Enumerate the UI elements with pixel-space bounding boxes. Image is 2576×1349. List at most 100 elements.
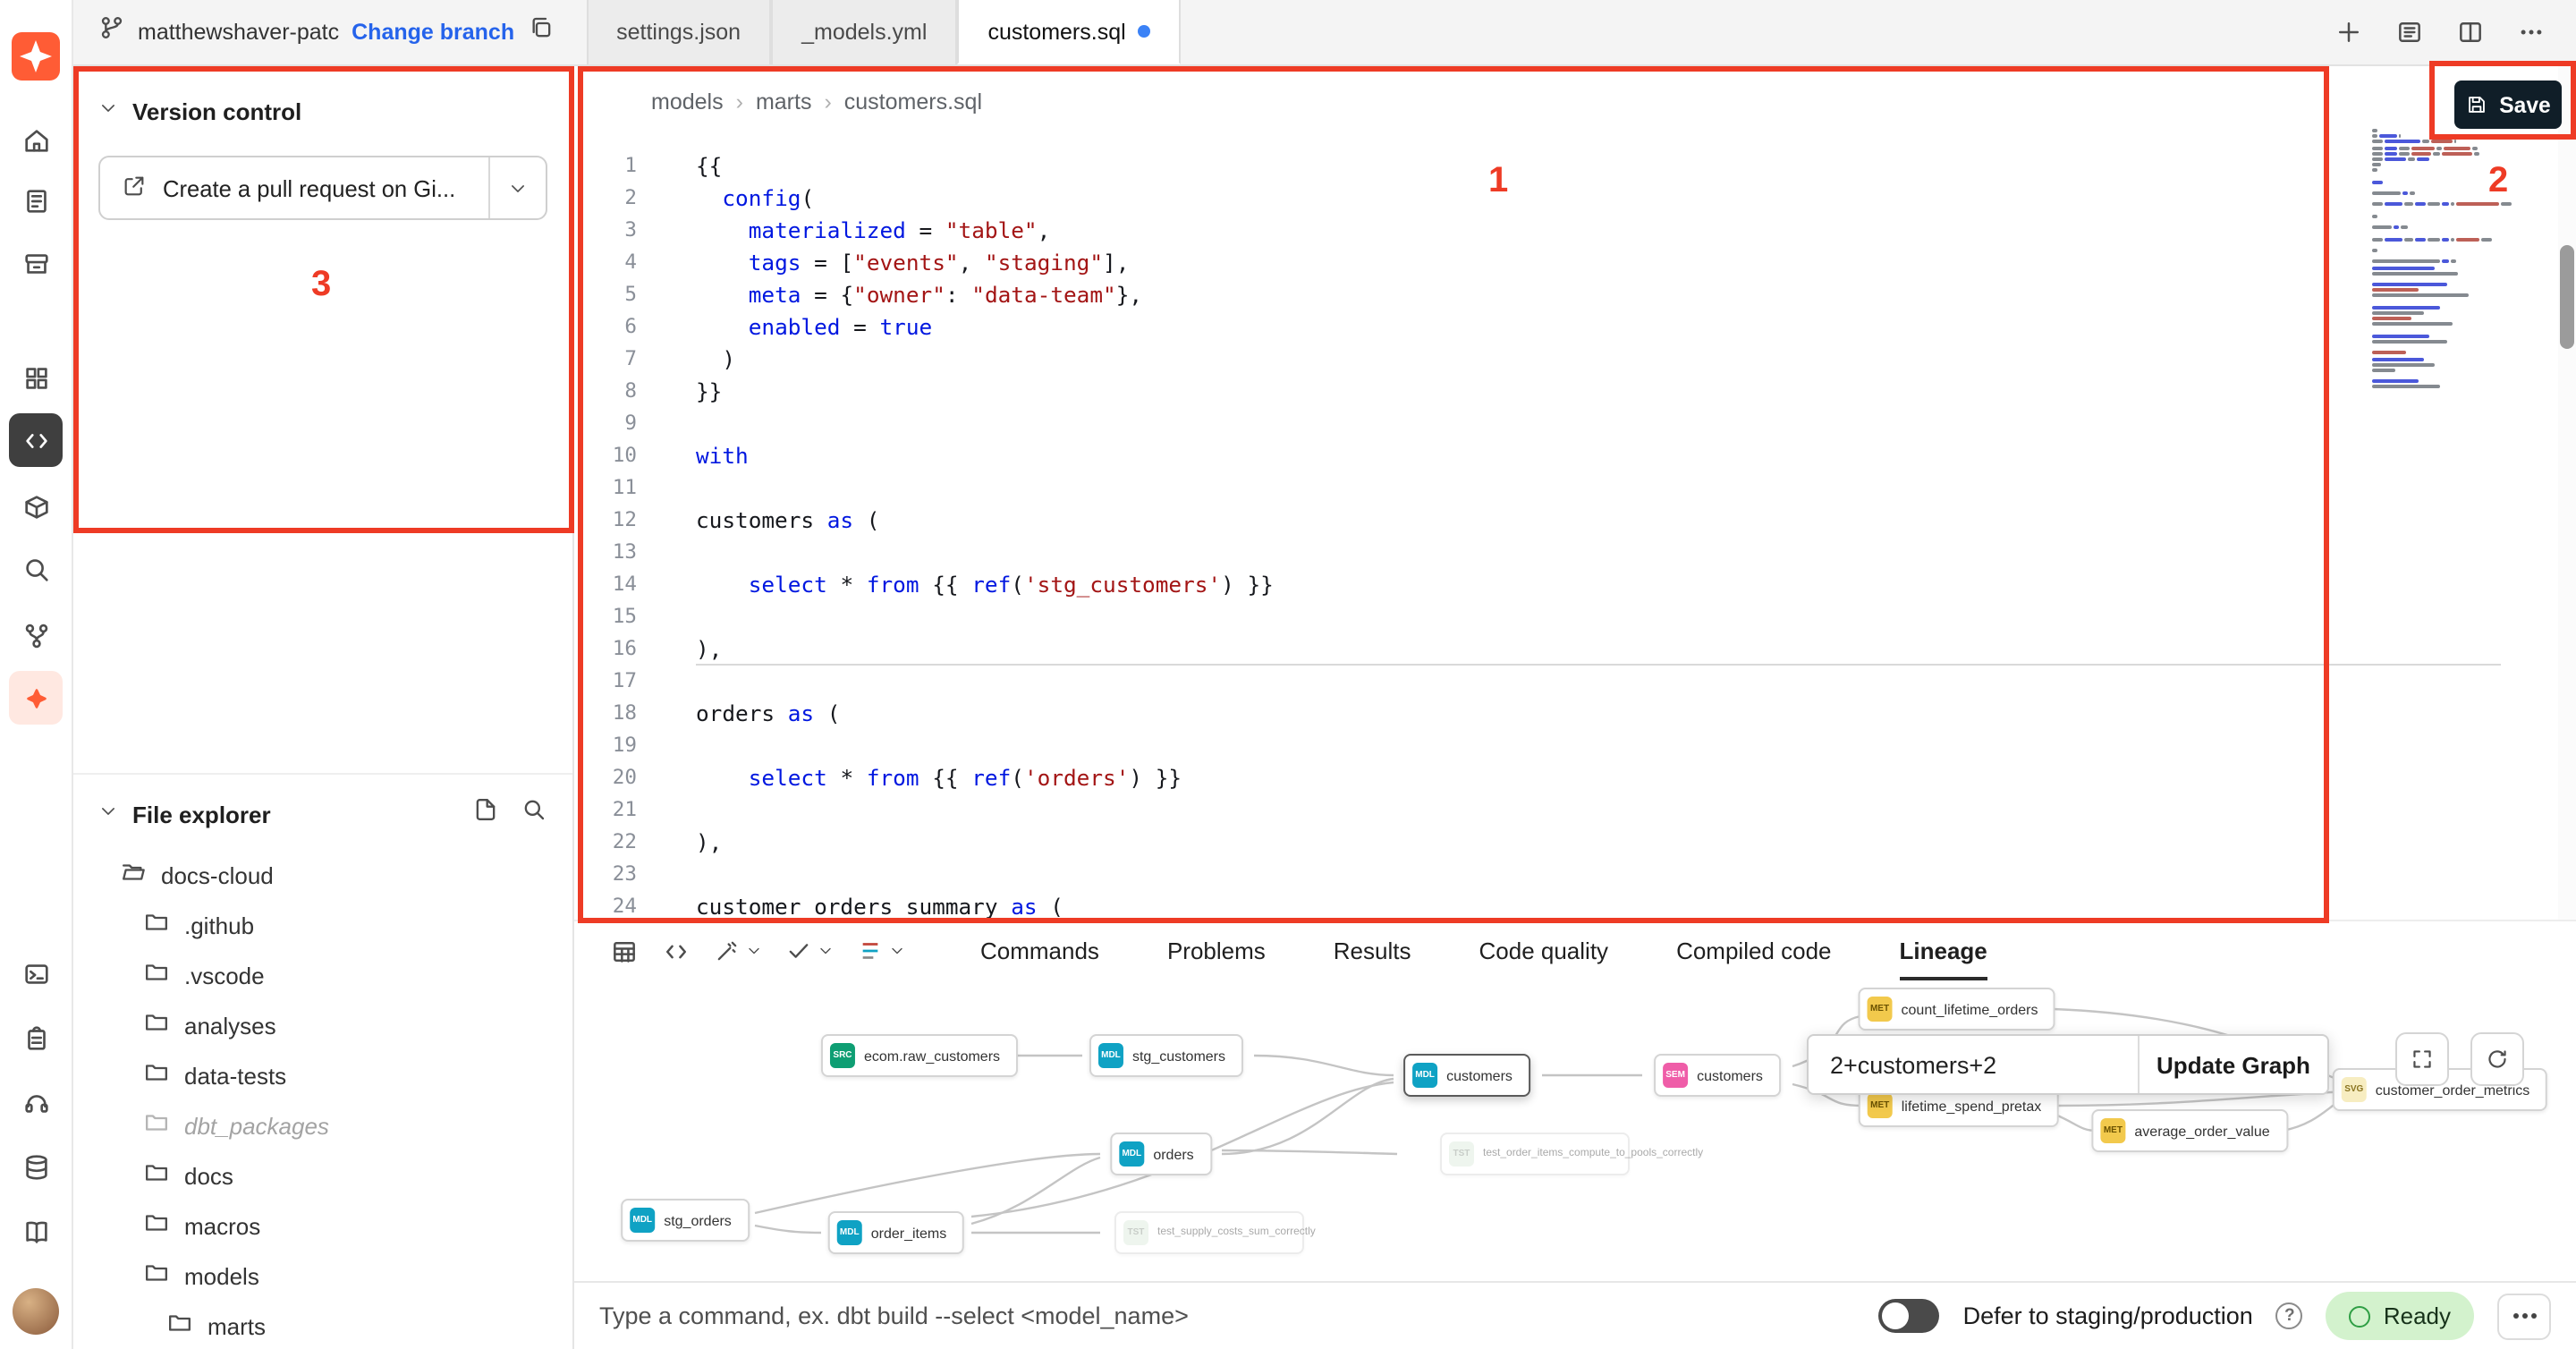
archive-icon[interactable] (9, 236, 63, 290)
code-editor-icon[interactable] (9, 413, 63, 467)
code-line[interactable] (696, 408, 2576, 440)
scrollbar-thumb[interactable] (2560, 245, 2574, 349)
code-line[interactable]: meta = {"owner": "data-team"}, (696, 279, 2576, 311)
code-line[interactable]: {{ (696, 150, 2576, 182)
tree-item-models[interactable]: models (73, 1251, 572, 1301)
command-input[interactable] (599, 1302, 1601, 1329)
tree-item-analyses[interactable]: analyses (73, 1000, 572, 1050)
lint-check-icon[interactable] (785, 938, 834, 964)
code-editor[interactable]: models›marts›customers.sql 1234567891011… (574, 66, 2576, 920)
tree-item-docs[interactable]: docs (73, 1150, 572, 1201)
lineage-node-raw-customers[interactable]: SRCecom.raw_customers (821, 1034, 1018, 1077)
code-line[interactable]: tags = ["events", "staging"], (696, 247, 2576, 279)
code-line[interactable]: orders as ( (696, 698, 2576, 730)
compile-code-icon[interactable] (662, 937, 691, 965)
database-icon[interactable] (9, 1140, 63, 1193)
code-line[interactable] (696, 794, 2576, 827)
git-fork-icon[interactable] (9, 608, 63, 662)
bottom-tab-problems[interactable]: Problems (1167, 921, 1266, 980)
code-line[interactable]: }} (696, 376, 2576, 408)
code-line[interactable] (696, 666, 2576, 698)
diff-icon[interactable] (857, 938, 905, 964)
breadcrumb-item[interactable]: marts (756, 89, 812, 115)
split-view-icon[interactable] (2454, 16, 2487, 48)
breadcrumb-item[interactable]: models (651, 89, 724, 115)
tree-item-dbt_packages[interactable]: dbt_packages (73, 1100, 572, 1150)
code-line[interactable] (696, 601, 2576, 633)
user-avatar[interactable] (13, 1288, 59, 1335)
dbt-cloud-icon[interactable] (9, 671, 63, 725)
update-graph-button[interactable]: Update Graph (2138, 1036, 2327, 1093)
notebook-icon[interactable] (9, 174, 63, 227)
save-button[interactable]: Save (2454, 81, 2562, 129)
grid-icon[interactable] (9, 351, 63, 404)
code-line[interactable]: ) (696, 344, 2576, 376)
code-line[interactable] (696, 730, 2576, 762)
lineage-node-orders[interactable]: MDLorders (1110, 1133, 1211, 1175)
dbt-logo[interactable] (12, 32, 60, 81)
lineage-node-order-items[interactable]: MDLorder_items (828, 1211, 965, 1254)
overflow-menu-icon[interactable] (2515, 16, 2547, 48)
bottom-tab-code-quality[interactable]: Code quality (1479, 921, 1609, 980)
code-area[interactable]: 123456789101112131415161718192021222324 … (574, 150, 2576, 920)
lineage-panel[interactable]: SRCecom.raw_customers MDLstg_customers MDL… (574, 980, 2576, 1281)
tree-item-marts[interactable]: marts (73, 1301, 572, 1349)
tree-item-data-tests[interactable]: data-tests (73, 1050, 572, 1100)
results-table-icon[interactable] (610, 937, 639, 965)
vertical-scrollbar[interactable] (2558, 66, 2576, 920)
code-line[interactable] (696, 859, 2576, 891)
breadcrumb-item[interactable]: customers.sql (844, 89, 982, 115)
code-lines[interactable]: {{ config( materialized = "table", tags … (657, 150, 2576, 920)
lineage-node-test-order-items[interactable]: TSTtest_order_items_compute_to_pools_cor… (1440, 1133, 1630, 1175)
code-line[interactable]: materialized = "table", (696, 215, 2576, 247)
bottom-tab-commands[interactable]: Commands (980, 921, 1099, 980)
format-wand-icon[interactable] (714, 938, 762, 964)
search-icon[interactable] (9, 542, 63, 596)
new-tab-plus-icon[interactable] (2333, 16, 2365, 48)
file-explorer-header[interactable]: File explorer (73, 775, 572, 850)
new-file-icon[interactable] (472, 796, 499, 832)
tab-settings.json[interactable]: settings.json (586, 0, 771, 64)
tab-customers.sql[interactable]: customers.sql (957, 0, 1181, 64)
code-line[interactable] (696, 472, 2576, 505)
copy-icon[interactable] (527, 14, 554, 50)
tree-item-.vscode[interactable]: .vscode (73, 950, 572, 1000)
code-line[interactable]: ), (696, 633, 2501, 666)
create-pr-main[interactable]: Create a pull request on Gi... (100, 157, 488, 218)
code-line[interactable]: select * from {{ ref('stg_customers') }} (696, 569, 2576, 601)
refresh-graph-button[interactable] (2470, 1032, 2524, 1086)
terminal-icon[interactable] (9, 946, 63, 1000)
code-line[interactable]: customers as ( (696, 505, 2576, 537)
package-icon[interactable] (9, 479, 63, 533)
lineage-node-test-supply-costs[interactable]: TSTtest_supply_costs_sum_correctly (1114, 1211, 1304, 1254)
minimap[interactable] (2372, 129, 2551, 391)
code-line[interactable]: ), (696, 827, 2576, 859)
status-overflow-button[interactable] (2497, 1293, 2551, 1339)
code-line[interactable] (696, 537, 2576, 569)
create-pr-dropdown[interactable] (488, 157, 546, 218)
version-control-header[interactable]: Version control (73, 66, 572, 127)
defer-toggle[interactable] (1879, 1299, 1940, 1333)
code-line[interactable]: select * from {{ ref('orders') }} (696, 762, 2576, 794)
change-branch-link[interactable]: Change branch (352, 20, 514, 45)
code-line[interactable]: enabled = true (696, 311, 2576, 344)
lineage-node-stg-customers[interactable]: MDLstg_customers (1089, 1034, 1243, 1077)
lineage-node-customers-model[interactable]: MDLcustomers (1403, 1054, 1530, 1097)
bottom-tab-lineage[interactable]: Lineage (1900, 921, 1987, 980)
home-icon[interactable] (9, 113, 63, 166)
tab-_models.yml[interactable]: _models.yml (771, 0, 957, 64)
lineage-node-stg-orders[interactable]: MDLstg_orders (621, 1199, 750, 1242)
bottom-tab-compiled-code[interactable]: Compiled code (1676, 921, 1831, 980)
fullscreen-button[interactable] (2395, 1032, 2449, 1086)
code-line[interactable]: customer_orders_summary as ( (696, 891, 2576, 920)
create-pr-button[interactable]: Create a pull request on Gi... (98, 156, 547, 220)
panel-list-icon[interactable] (2394, 16, 2426, 48)
tree-item-docs-cloud[interactable]: docs-cloud (73, 850, 572, 900)
lineage-node-count-lifetime-orders[interactable]: METcount_lifetime_orders (1859, 988, 2056, 1031)
tree-item-.github[interactable]: .github (73, 900, 572, 950)
help-icon[interactable]: ? (2276, 1302, 2303, 1329)
code-line[interactable]: with (696, 440, 2576, 472)
lineage-node-average-order-value[interactable]: METaverage_order_value (2091, 1109, 2287, 1152)
lineage-node-customers-semantic[interactable]: SEMcustomers (1654, 1054, 1781, 1097)
status-ready-badge[interactable]: Ready (2326, 1292, 2474, 1340)
